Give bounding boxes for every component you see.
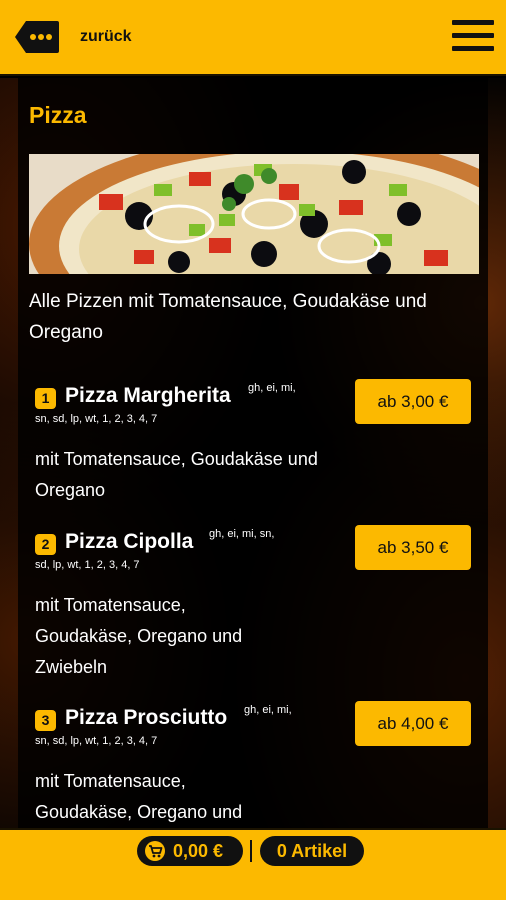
item-allergens: gh, ei, mi,	[248, 382, 296, 394]
footer-divider	[250, 840, 252, 862]
ellipsis-tag-icon	[15, 21, 59, 53]
item-description: mit Tomatensauce, Goudakäse, Oregano und	[35, 771, 243, 822]
menu-item: 1 Pizza Margherita gh, ei, mi, sn, sd, l…	[35, 376, 475, 506]
item-name: Pizza Prosciutto	[65, 706, 228, 729]
item-allergens-cont: sd, lp, wt, 1, 2, 3, 4, 7	[35, 559, 140, 571]
item-allergens: gh, ei, mi,	[244, 704, 292, 716]
shopping-cart-icon	[145, 841, 165, 861]
cart-total: 0,00 €	[173, 841, 224, 861]
app-header: zurück	[0, 0, 506, 76]
cart-button[interactable]: 0,00 €	[137, 836, 243, 866]
cart-footer: 0,00 € 0 Artikel	[0, 828, 506, 900]
menu-content[interactable]: Pizza Alle Pizzen mit Tomatensauce, Goud…	[0, 78, 506, 828]
item-number-badge: 2	[35, 534, 56, 555]
back-label[interactable]: zurück	[80, 28, 132, 46]
section-title: Pizza	[29, 102, 87, 128]
menu-item: 2 Pizza Cipolla gh, ei, mi, sn, sd, lp, …	[35, 522, 475, 683]
add-to-cart-button[interactable]: ab 4,00 €	[355, 701, 471, 746]
add-to-cart-button[interactable]: ab 3,50 €	[355, 525, 471, 570]
item-name: Pizza Cipolla	[65, 530, 194, 553]
item-name: Pizza Margherita	[65, 384, 231, 407]
item-allergens-cont: sn, sd, lp, wt, 1, 2, 3, 4, 7	[35, 413, 158, 425]
item-description: mit Tomatensauce, Goudakäse, Oregano und…	[35, 595, 243, 677]
item-count-button[interactable]: 0 Artikel	[260, 836, 364, 866]
pizza-photo	[29, 154, 479, 274]
menu-item: 3 Pizza Prosciutto gh, ei, mi, sn, sd, l…	[35, 698, 475, 828]
hamburger-menu-icon[interactable]	[452, 18, 494, 54]
item-allergens-cont: sn, sd, lp, wt, 1, 2, 3, 4, 7	[35, 735, 158, 747]
item-description: mit Tomatensauce, Goudakäse und Oregano	[35, 449, 318, 500]
add-to-cart-button[interactable]: ab 3,00 €	[355, 379, 471, 424]
back-button[interactable]	[14, 20, 60, 54]
item-allergens: gh, ei, mi, sn,	[209, 528, 275, 540]
section-intro: Alle Pizzen mit Tomatensauce, Goudakäse …	[29, 291, 427, 343]
item-number-badge: 1	[35, 388, 56, 409]
item-number-badge: 3	[35, 710, 56, 731]
